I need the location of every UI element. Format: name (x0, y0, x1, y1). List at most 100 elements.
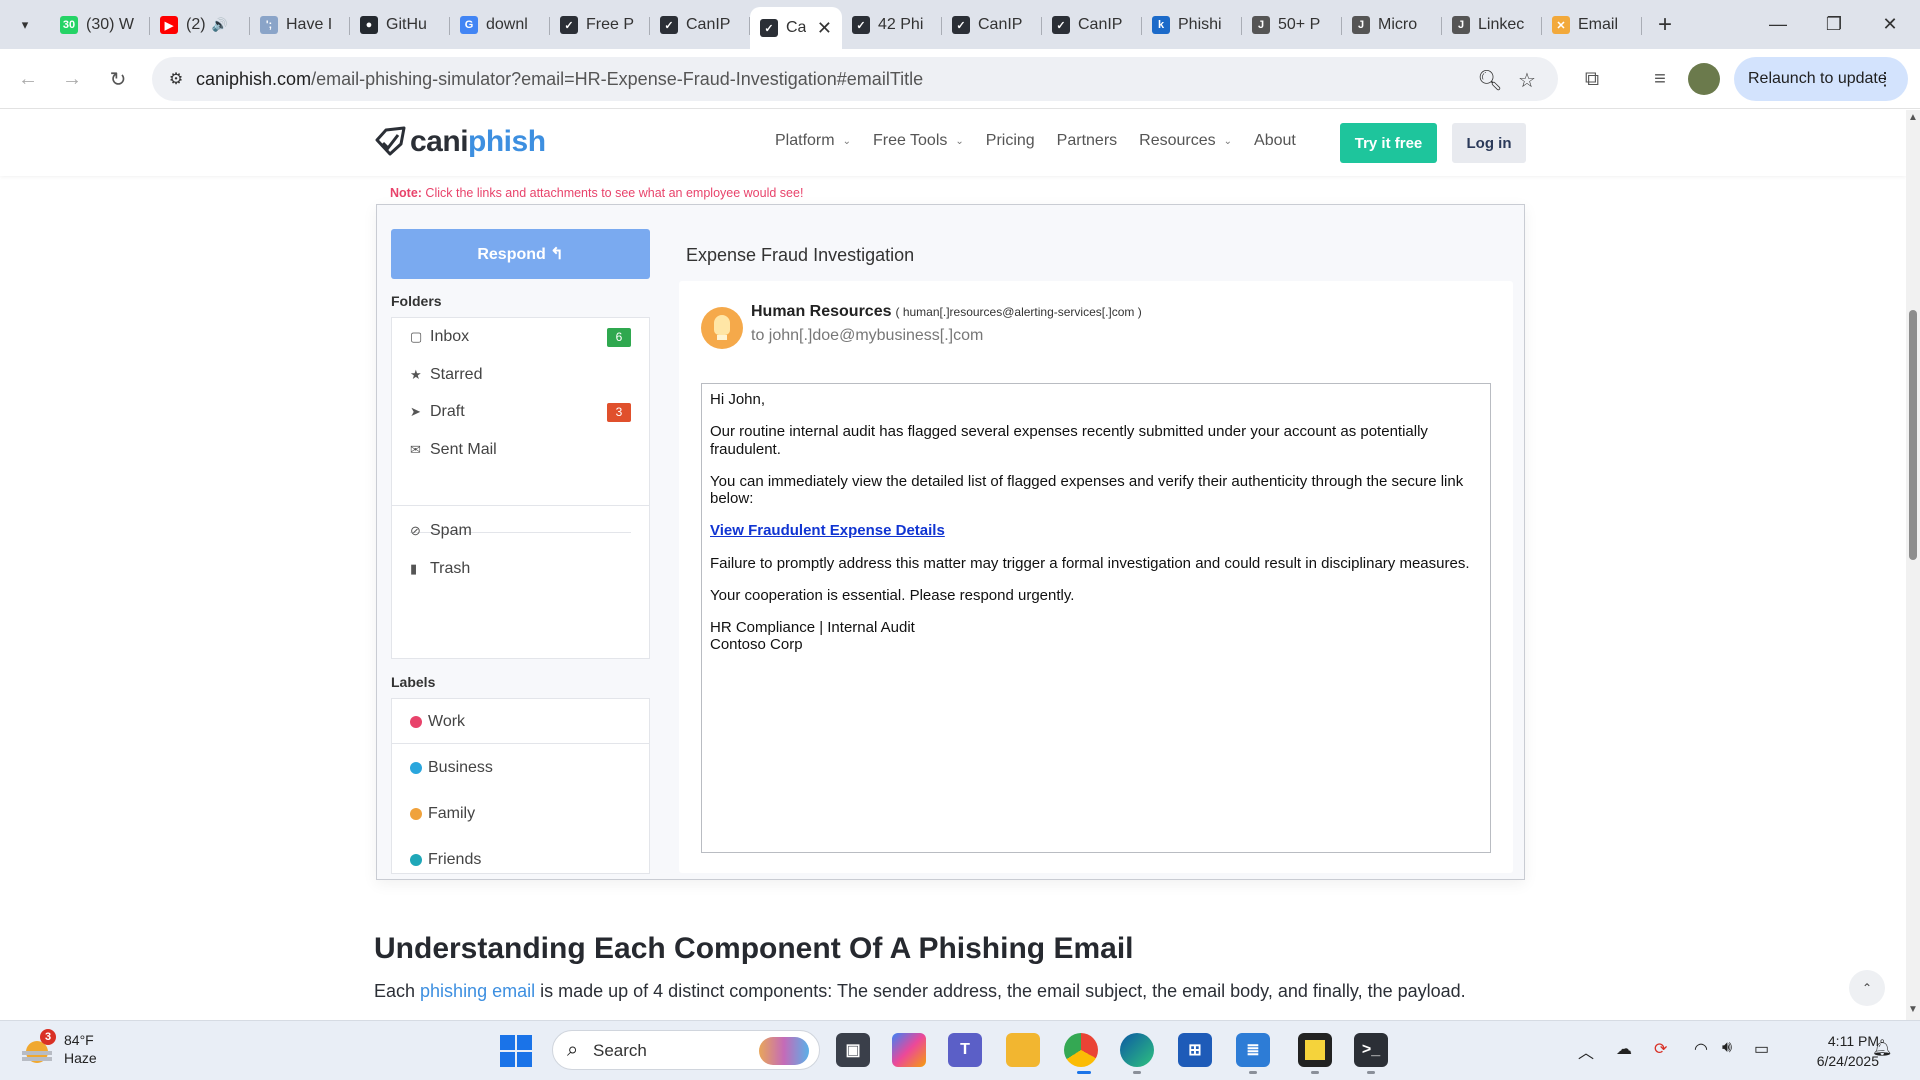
profile-avatar[interactable] (1688, 63, 1720, 95)
nav-item-platform[interactable]: Platform ⌄ (775, 132, 851, 150)
restore-button[interactable]: ❐ (1806, 0, 1862, 49)
nav-item-pricing[interactable]: Pricing (986, 132, 1035, 150)
media-controls-icon[interactable]: ≡ (1644, 63, 1676, 95)
nav-item-about[interactable]: About (1254, 132, 1296, 150)
close-window-button[interactable]: ✕ (1862, 0, 1918, 49)
tab[interactable]: ✓ Free P (550, 7, 650, 43)
nav-item-label: Platform (775, 132, 835, 149)
taskbar-clock[interactable]: 4:11 PM 6/24/2025 (1795, 1032, 1879, 1071)
scroll-up-arrow-icon[interactable]: ▲ (1908, 112, 1918, 123)
respond-button[interactable]: Respond ↰ (391, 229, 650, 279)
chrome-icon[interactable] (1064, 1033, 1098, 1067)
folder-spam[interactable]: ⊘ Spam (410, 516, 631, 546)
task-view-icon[interactable]: ▣ (836, 1033, 870, 1067)
note-label: Note: (390, 186, 422, 200)
sticky-notes-icon[interactable] (1298, 1033, 1332, 1067)
forward-button[interactable]: → (56, 63, 88, 95)
tab-search-button[interactable]: ▾ (10, 10, 40, 40)
notepad-running-indicator (1249, 1071, 1257, 1074)
tab[interactable]: ▶ (2) 🔊 (150, 7, 250, 43)
tab-title: CanIP (978, 16, 1023, 33)
clock-time: 4:11 PM (1827, 1033, 1879, 1049)
tab[interactable]: 30 (30) W (50, 7, 150, 43)
label-family[interactable]: Family (410, 799, 631, 829)
extensions-icon[interactable]: ⧉ (1576, 63, 1608, 95)
tab[interactable]: k Phishi (1142, 7, 1242, 43)
phishing-email-link[interactable]: phishing email (420, 981, 535, 1001)
store-icon[interactable]: ⊞ (1178, 1033, 1212, 1067)
tab[interactable]: ✓ 42 Phi (842, 7, 942, 43)
try-it-free-button[interactable]: Try it free (1340, 123, 1437, 163)
volume-icon[interactable]: 🔊︎ (1722, 1039, 1732, 1057)
tab-title: CanIP (686, 16, 731, 33)
label-friends[interactable]: Friends (410, 845, 631, 875)
taskbar-search[interactable]: ⌕ Search (552, 1030, 820, 1070)
tab[interactable]: '; Have I (250, 7, 350, 43)
tab[interactable]: J 50+ P (1242, 7, 1342, 43)
tab-active[interactable]: ✓ Ca ✕ (750, 7, 842, 49)
label-color-dot (410, 716, 422, 728)
menu-dots-icon[interactable]: ⋮ (1876, 69, 1894, 90)
scroll-to-top-button[interactable]: ⌃ (1849, 970, 1885, 1006)
tab[interactable]: J Linkec (1442, 7, 1542, 43)
caniphish-logo[interactable]: cani phish (374, 124, 546, 160)
weather-widget[interactable]: 3 84°F Haze (22, 1029, 97, 1067)
phishing-link[interactable]: View Fraudulent Expense Details (710, 522, 945, 539)
tab[interactable]: J Micro (1342, 7, 1442, 43)
hook-logo-icon (375, 126, 406, 156)
windows-start-icon[interactable] (500, 1035, 532, 1067)
onedrive-icon[interactable]: ☁ (1616, 1039, 1632, 1059)
tab[interactable]: ✕ Email (1542, 7, 1642, 43)
address-bar[interactable]: ⚙ caniphish.com/email-phishing-simulator… (152, 57, 1558, 101)
teams-icon[interactable]: T (948, 1033, 982, 1067)
label-business[interactable]: Business (410, 753, 631, 783)
site-info-icon[interactable]: ⚙ (162, 65, 190, 93)
tab[interactable]: ✓ CanIP (650, 7, 750, 43)
notification-bell-icon[interactable]: 🔔︎ (1872, 1038, 1892, 1058)
terminal-icon[interactable]: >_ (1354, 1033, 1388, 1067)
page-scrollbar[interactable]: ▲ ▼ (1906, 110, 1920, 1020)
tab[interactable]: ● GitHu (350, 7, 450, 43)
simulator-note: Note: Click the links and attachments to… (390, 186, 803, 200)
zoom-icon[interactable]: 🔍︎ (1477, 67, 1503, 93)
notepad-icon[interactable]: ≣ (1236, 1033, 1270, 1067)
file-explorer-icon[interactable] (1006, 1033, 1040, 1067)
labels-divider (392, 743, 649, 744)
close-tab-icon[interactable]: ✕ (817, 18, 832, 39)
main-nav: Platform ⌄ Free Tools ⌄ Pricing Partners Resou… (775, 132, 1318, 150)
tab-title: (30) W (86, 16, 134, 33)
edge-icon[interactable] (1120, 1033, 1154, 1067)
reload-button[interactable]: ↻ (102, 63, 134, 95)
back-button[interactable]: ← (12, 63, 44, 95)
folder-inbox[interactable]: ▢ Inbox 6 (410, 322, 631, 352)
battery-icon[interactable]: ▭ (1754, 1039, 1769, 1059)
tab[interactable]: ✓ CanIP (942, 7, 1042, 43)
wifi-icon[interactable]: ◠ (1694, 1039, 1708, 1059)
folder-sent-mail[interactable]: ✉ Sent Mail (410, 435, 631, 465)
nav-item-resources[interactable]: Resources ⌄ (1139, 132, 1232, 150)
tab-audio-icon[interactable]: 🔊 (212, 17, 228, 33)
weather-badge: 3 (40, 1029, 56, 1046)
bookmark-star-icon[interactable]: ☆ (1514, 67, 1540, 93)
copilot-icon[interactable] (892, 1033, 926, 1067)
folder-starred[interactable]: ★ Starred (410, 360, 631, 390)
folder-trash[interactable]: ▮ Trash (410, 554, 631, 584)
scroll-down-arrow-icon[interactable]: ▼ (1908, 1004, 1918, 1015)
minimize-button[interactable]: — (1750, 0, 1806, 49)
tray-chevron-icon[interactable]: ︿ (1578, 1039, 1594, 1063)
nav-item-partners[interactable]: Partners (1057, 132, 1117, 150)
label-text: Business (428, 759, 493, 776)
log-in-button[interactable]: Log in (1452, 123, 1526, 163)
new-tab-button[interactable]: + (1650, 10, 1680, 40)
folder-draft[interactable]: ➤ Draft 3 (410, 397, 631, 427)
scroll-thumb[interactable] (1909, 310, 1917, 560)
relaunch-button[interactable]: Relaunch to update ⋮ (1734, 57, 1908, 101)
label-work[interactable]: Work (410, 707, 631, 737)
tab[interactable]: ✓ CanIP (1042, 7, 1142, 43)
chevron-down-icon: ⌄ (842, 135, 851, 147)
sync-icon[interactable]: ⟳ (1654, 1039, 1667, 1059)
nav-item-free-tools[interactable]: Free Tools ⌄ (873, 132, 964, 150)
url-text[interactable]: caniphish.com/email-phishing-simulator?e… (196, 69, 923, 90)
caniphish-icon: ✓ (952, 16, 970, 34)
tab[interactable]: Gdownl (450, 7, 550, 43)
